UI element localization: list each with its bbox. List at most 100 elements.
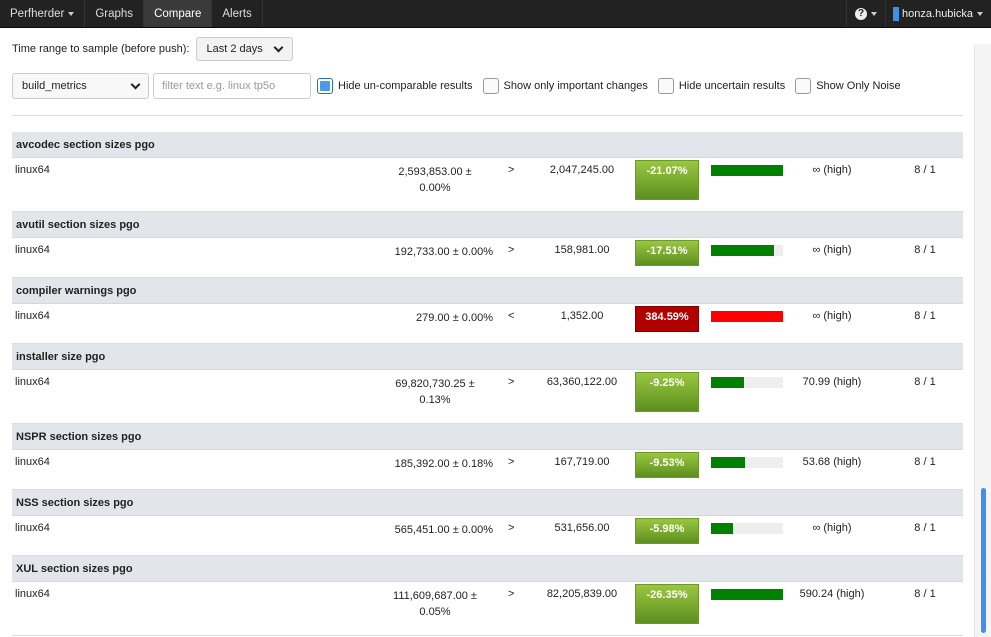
time-range-row: Time range to sample (before push): Last… (12, 37, 293, 61)
scrollbar-thumb[interactable] (981, 488, 986, 633)
magnitude-bar (711, 377, 783, 388)
runs-link[interactable]: 8 / 1 (905, 164, 945, 176)
platform-label: linux64 (15, 244, 50, 256)
checkbox-hide-uncertain[interactable]: Hide uncertain results (657, 78, 789, 94)
magnitude-bar-fill (711, 165, 783, 176)
runs-link[interactable]: 8 / 1 (905, 588, 945, 600)
checkbox-box[interactable] (317, 78, 333, 94)
confidence-value: 70.99 (high) (802, 376, 862, 388)
user-menu[interactable]: honza.hubicka (885, 0, 991, 27)
confidence-value: 590.24 (high) (799, 588, 865, 600)
perfherder-menu[interactable]: Perfherder (0, 0, 86, 27)
nav-alerts-label: Alerts (222, 7, 252, 20)
section-title: compiler warnings pgo (12, 278, 963, 304)
nav-graphs[interactable]: Graphs (85, 0, 145, 27)
runs-link[interactable]: 8 / 1 (905, 456, 945, 468)
runs-link[interactable]: 8 / 1 (905, 244, 945, 256)
time-range-label: Time range to sample (before push): (12, 43, 190, 55)
delta-badge[interactable]: -17.51% (635, 240, 699, 266)
magnitude-bar (711, 523, 783, 534)
magnitude-bar-fill (711, 311, 783, 322)
delta-badge[interactable]: -5.98% (635, 518, 699, 544)
platform-label: linux64 (15, 376, 50, 388)
delta-badge[interactable]: -9.53% (635, 452, 699, 478)
framework-select[interactable]: build_metrics (12, 73, 149, 99)
section-title: XUL section sizes pgo (12, 556, 963, 582)
filter-input[interactable] (153, 73, 311, 99)
magnitude-bar-fill (711, 589, 783, 600)
checkbox-label: Show only important changes (503, 80, 648, 92)
checkbox-only-noise[interactable]: Show Only Noise (795, 78, 904, 94)
chevron-down-icon (130, 79, 141, 89)
table-row: linux64 2,593,853.00 ± 0.00% >2,047,245.00… (12, 158, 963, 212)
delta-badge[interactable]: -9.25% (635, 372, 699, 412)
comparison-sign: > (508, 456, 515, 468)
table-row: linux64 111,609,687.00 ± 0.05% >82,205,839… (12, 582, 963, 636)
delta-badge[interactable]: -26.35% (635, 584, 699, 624)
platform-label: linux64 (15, 588, 50, 600)
comparison-sign: > (508, 376, 515, 388)
confidence-value: ∞ (high) (812, 522, 852, 534)
nav-compare[interactable]: Compare (144, 0, 213, 27)
table-row: linux64 185,392.00 ± 0.18% >167,719.00 -9.5… (12, 450, 963, 490)
new-value: 2,047,245.00 (549, 164, 615, 176)
table-row: linux64 192,733.00 ± 0.00% >158,981.00 -17.… (12, 238, 963, 278)
result-section: avutil section sizes pgo linux64 192,733.0… (12, 212, 963, 278)
result-section: installer size pgo linux64 69,820,730.25 ±… (12, 344, 963, 424)
new-value: 531,656.00 (554, 522, 610, 534)
nav-graphs-label: Graphs (95, 7, 134, 20)
magnitude-bar-fill (711, 457, 745, 468)
nav-alerts[interactable]: Alerts (212, 0, 263, 27)
comparison-sign: > (508, 588, 515, 600)
confidence-value: ∞ (high) (812, 310, 852, 322)
result-section: compiler warnings pgo linux64 279.00 ± 0.0… (12, 278, 963, 344)
section-title: avutil section sizes pgo (12, 212, 963, 238)
new-value: 82,205,839.00 (546, 588, 618, 600)
result-section: XUL section sizes pgo linux64 111,609,687.… (12, 556, 963, 636)
section-title: installer size pgo (12, 344, 963, 370)
confidence-value: ∞ (high) (812, 164, 852, 176)
nav-compare-label: Compare (154, 7, 202, 20)
table-row: linux64 279.00 ± 0.00% <1,352.00 384.59% ∞ (… (12, 304, 963, 344)
base-value: 69,820,730.25 ± 0.13% (395, 378, 475, 406)
magnitude-bar-fill (711, 377, 745, 388)
runs-link[interactable]: 8 / 1 (905, 376, 945, 388)
time-range-select[interactable]: Last 2 days (195, 37, 293, 61)
checkbox-important-changes[interactable]: Show only important changes (482, 78, 652, 94)
comparison-sign: < (508, 310, 515, 322)
confidence-value: 53.68 (high) (802, 456, 862, 468)
checkbox-label: Show Only Noise (816, 80, 901, 92)
time-range-value: Last 2 days (206, 43, 263, 55)
platform-label: linux64 (15, 522, 50, 534)
runs-link[interactable]: 8 / 1 (905, 522, 945, 534)
result-section: avcodec section sizes pgo linux64 2,593,85… (12, 132, 963, 212)
caret-down-icon (68, 11, 75, 16)
base-value: 185,392.00 ± 0.18% (394, 458, 493, 470)
checkbox-box[interactable] (482, 78, 499, 94)
magnitude-bar (711, 311, 783, 322)
magnitude-bar-fill (711, 523, 733, 534)
comparison-sign: > (508, 164, 515, 176)
magnitude-bar (711, 457, 783, 468)
section-title: NSPR section sizes pgo (12, 424, 963, 450)
checkbox-box[interactable] (657, 78, 674, 94)
help-menu[interactable]: ? (846, 0, 885, 27)
framework-value: build_metrics (22, 80, 87, 92)
base-value: 192,733.00 ± 0.00% (394, 246, 493, 258)
table-row: linux64 69,820,730.25 ± 0.13% >63,360,122.… (12, 370, 963, 424)
magnitude-bar (711, 589, 783, 600)
checkbox-box[interactable] (795, 78, 812, 94)
checkbox-label: Hide uncertain results (678, 80, 786, 92)
runs-link[interactable]: 8 / 1 (905, 310, 945, 322)
delta-badge[interactable]: 384.59% (635, 306, 699, 332)
nav-right: ? honza.hubicka (846, 0, 991, 27)
delta-badge[interactable]: -21.07% (635, 160, 699, 200)
section-title: NSS section sizes pgo (12, 490, 963, 516)
results-table: avcodec section sizes pgo linux64 2,593,85… (12, 132, 963, 636)
checkbox-hide-uncomparable[interactable]: Hide un-comparable results (317, 78, 477, 94)
user-icon (893, 6, 900, 21)
table-row: linux64 565,451.00 ± 0.00% >531,656.00 -5.9… (12, 516, 963, 556)
platform-label: linux64 (15, 310, 50, 322)
top-navbar: Perfherder Graphs Compare Alerts ? honza… (0, 0, 991, 28)
base-value: 2,593,853.00 ± 0.00% (398, 166, 472, 194)
